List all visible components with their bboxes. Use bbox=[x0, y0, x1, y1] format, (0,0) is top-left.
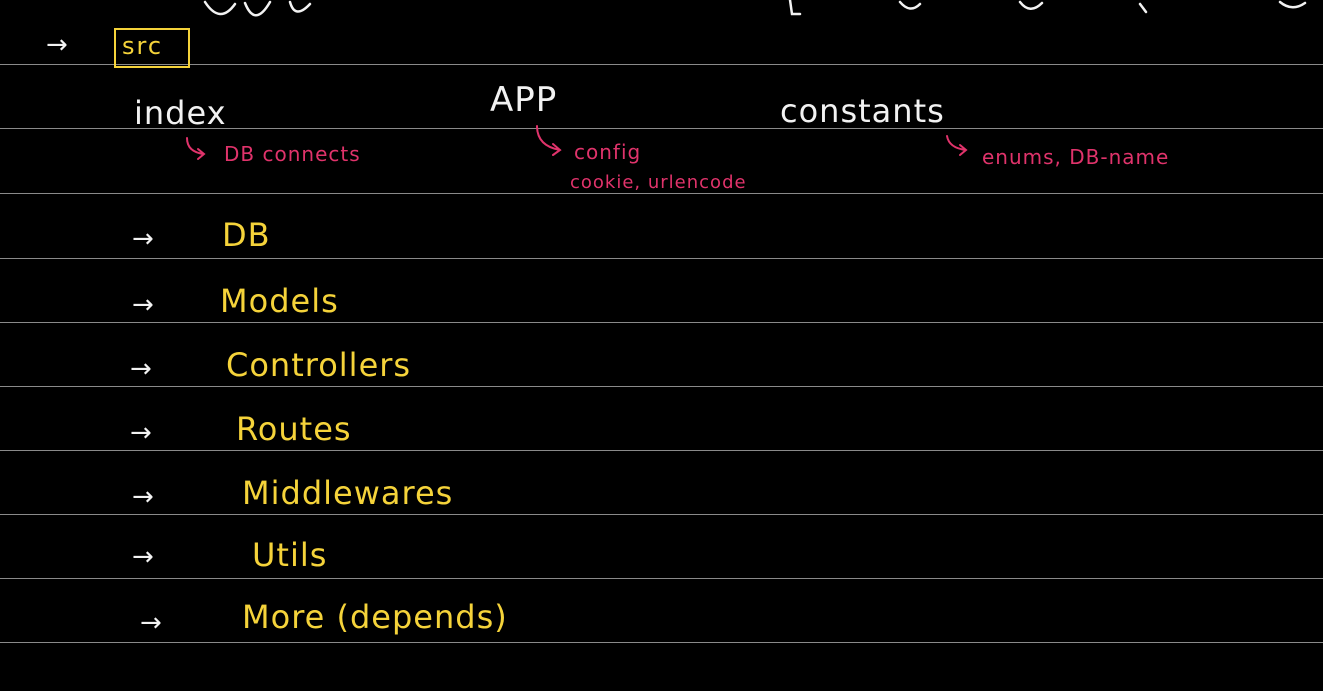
folder-item-models: Models bbox=[220, 282, 339, 320]
folder-item-routes: Routes bbox=[236, 410, 352, 448]
folder-arrow-icon: → bbox=[132, 482, 154, 512]
constants-hook-arrow-icon bbox=[946, 135, 968, 156]
app-note-line2: cookie, urlencode bbox=[570, 172, 747, 193]
folder-arrow-icon: → bbox=[140, 608, 162, 638]
app-file-label: APP bbox=[490, 80, 558, 120]
src-box: src bbox=[114, 28, 190, 68]
ruled-line bbox=[0, 258, 1323, 259]
folder-arrow-icon: → bbox=[132, 224, 154, 254]
notebook-page: → src index DB connects APP config cooki… bbox=[0, 0, 1323, 691]
folder-arrow-icon: → bbox=[130, 354, 152, 384]
ruled-line bbox=[0, 64, 1323, 65]
ruled-line bbox=[0, 193, 1323, 194]
index-note: DB connects bbox=[224, 142, 361, 166]
folder-arrow-icon: → bbox=[132, 542, 154, 572]
folder-arrow-icon: → bbox=[130, 418, 152, 448]
folder-arrow-icon: → bbox=[132, 290, 154, 320]
folder-item-controllers: Controllers bbox=[226, 346, 412, 384]
ruled-line bbox=[0, 322, 1323, 323]
constants-file-label: constants bbox=[780, 92, 945, 130]
cutoff-scribble-left bbox=[203, 0, 312, 17]
index-hook-arrow-icon bbox=[186, 137, 206, 160]
ruled-line bbox=[0, 578, 1323, 579]
folder-item-db: DB bbox=[222, 216, 271, 254]
folder-item-utils: Utils bbox=[252, 536, 328, 574]
ruled-line bbox=[0, 514, 1323, 515]
folder-item-middlewares: Middlewares bbox=[242, 474, 454, 512]
src-label: src bbox=[122, 32, 164, 60]
ruled-line bbox=[0, 450, 1323, 451]
index-file-label: index bbox=[134, 94, 227, 132]
app-hook-arrow-icon bbox=[536, 125, 562, 156]
cutoff-scribble-right bbox=[788, 0, 1307, 16]
ruled-line bbox=[0, 386, 1323, 387]
folder-item-more: More (depends) bbox=[242, 598, 508, 636]
constants-note: enums, DB-name bbox=[982, 145, 1170, 169]
ruled-line bbox=[0, 642, 1323, 643]
app-note-line1: config bbox=[574, 140, 642, 164]
header-arrow-icon: → bbox=[46, 30, 68, 60]
